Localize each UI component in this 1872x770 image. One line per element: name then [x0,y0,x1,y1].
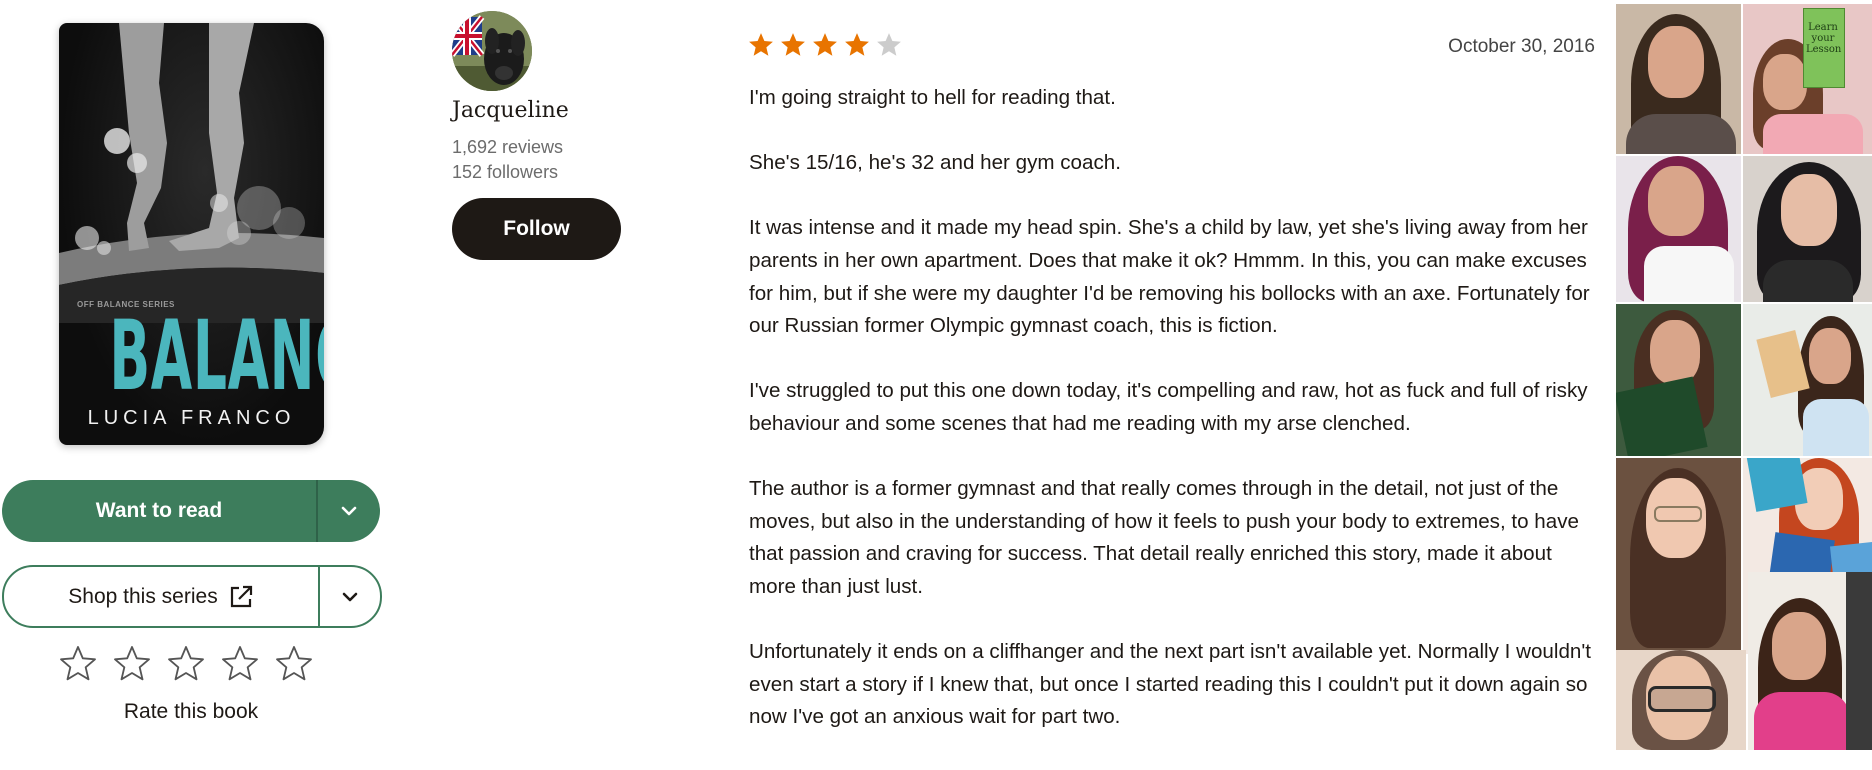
want-to-read-button-group: Want to read [2,480,380,542]
external-link-icon [230,585,252,607]
review-date[interactable]: October 30, 2016 [1448,36,1595,58]
review-rating [747,31,903,59]
avatar-image [452,11,532,91]
reviewer-avatar[interactable] [452,11,532,91]
collage-photo [1743,156,1872,302]
rate-star-2-icon[interactable] [112,644,152,684]
collage-photo [1743,304,1872,456]
shop-dropdown-button[interactable] [320,567,380,626]
review-paragraph: The author is a former gymnast and that … [749,477,1579,598]
shop-label: Shop this series [68,584,218,608]
reviewer-name[interactable]: Jacqueline [452,98,569,123]
shop-this-series-button[interactable]: Shop this series [4,567,318,626]
review-text: I'm going straight to hell for reading t… [749,82,1599,766]
reviewer-review-count: 1,692 reviews [452,137,564,157]
star-filled-icon [749,33,773,56]
rate-star-4-icon[interactable] [220,644,260,684]
book-cover[interactable]: OFF BALANCE SERIES BALANCE LUCIA FRANCO [59,23,324,445]
collage-photo: Learn your Lesson [1743,4,1872,154]
collage-photo [1616,156,1741,302]
book-in-photo-text: Learn your Lesson [1806,22,1842,55]
collage-photo [1748,572,1872,750]
collage-photo [1616,304,1741,456]
review-paragraph: It was intense and it made my head spin.… [749,216,1590,338]
star-filled-icon [813,33,837,56]
review-paragraph: Unfortunately it ends on a cliffhanger a… [749,640,1592,729]
rate-star-1-icon[interactable] [58,644,98,684]
reader-photo-collage: Learn your Lesson [1616,4,1872,750]
collage-photo [1616,650,1746,750]
star-filled-icon [845,33,869,56]
follow-button[interactable]: Follow [452,198,621,260]
rate-this-book-label: Rate this book [123,700,259,723]
chevron-down-icon [341,506,357,516]
collage-photo [1616,458,1741,654]
rate-stars [58,644,314,684]
chevron-down-icon [342,592,358,601]
want-to-read-button[interactable]: Want to read [2,480,316,542]
star-empty-icon [877,33,901,56]
review-paragraph: I've struggled to put this one down toda… [749,379,1588,435]
rate-star-3-icon[interactable] [166,644,206,684]
shelf-dropdown-button[interactable] [318,480,380,542]
star-filled-icon [781,33,805,56]
reviewer-followers-count: 152 followers [452,162,559,182]
collage-photo [1616,4,1741,154]
review-paragraph: I'm going straight to hell for reading t… [749,86,1116,109]
review-paragraph: She's 15/16, he's 32 and her gym coach. [749,151,1121,175]
rate-star-5-icon[interactable] [274,644,314,684]
cover-title: BALANCE [109,300,324,412]
cover-author: LUCIA FRANCO [87,407,296,429]
shop-series-button-group: Shop this series [2,565,382,628]
